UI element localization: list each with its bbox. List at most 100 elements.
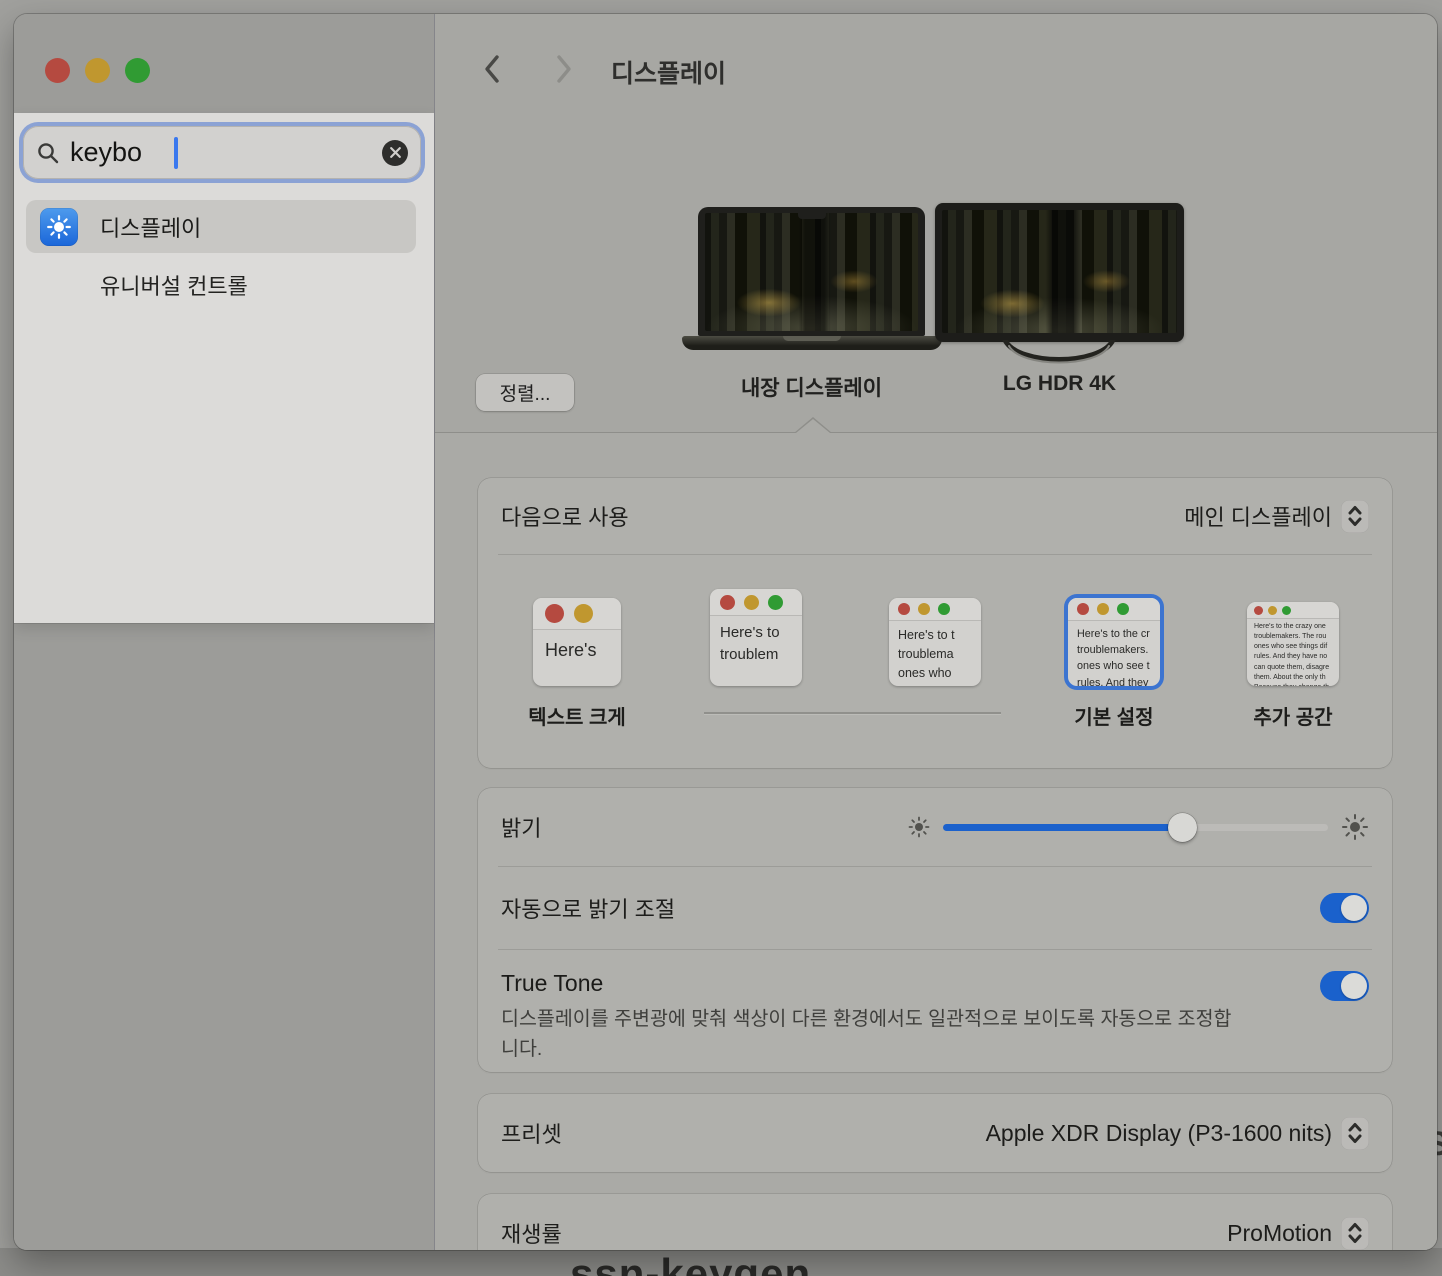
mini-text: Here's to the crazy one troublemakers. T… (1247, 619, 1339, 686)
chevron-up-down-icon (1347, 1122, 1363, 1144)
back-button[interactable] (479, 52, 505, 86)
display-selector-strip: 내장 디스플레이 LG HDR 4K 정렬... (435, 110, 1437, 433)
sidebar: 디스플레이 유니버설 컨트롤 (14, 14, 435, 1250)
scaling-label-larger-text: 텍스트 크게 (487, 701, 667, 730)
brightness-high-icon (1341, 813, 1369, 841)
auto-brightness-row: 자동으로 밝기 조절 (478, 867, 1392, 949)
laptop-base (682, 336, 942, 350)
main-panel: 디스플레이 내장 디스플레이 LG HDR 4K 정렬... (435, 14, 1437, 1250)
brightness-low-icon (908, 816, 930, 838)
sidebar-item-displays[interactable]: 디스플레이 (26, 200, 416, 253)
brightness-label: 밝기 (501, 811, 541, 843)
true-tone-description: 디스플레이를 주변광에 맞춰 색상이 다른 환경에서도 일관적으로 보이도록 자… (501, 1004, 1241, 1064)
clear-search-button[interactable] (382, 140, 408, 166)
auto-brightness-label: 자동으로 밝기 조절 (501, 892, 675, 924)
true-tone-toggle[interactable] (1320, 971, 1369, 1001)
preset-row: 프리셋 Apple XDR Display (P3-1600 nits) (478, 1094, 1392, 1172)
mini-text: Here's to troublem (710, 616, 802, 666)
mini-dot-yellow (574, 604, 593, 623)
mini-dot-red (898, 603, 910, 615)
mini-dot-green (768, 595, 783, 610)
slider-knob[interactable] (1168, 813, 1197, 842)
close-window-button[interactable] (45, 58, 70, 83)
window-controls (45, 58, 150, 83)
scaling-track-line (704, 712, 1001, 714)
use-as-row: 다음으로 사용 메인 디스플레이 (478, 478, 1392, 554)
chevron-right-icon (555, 54, 573, 84)
scaling-label-default: 기본 설정 (1024, 701, 1204, 730)
display-mode-card: 다음으로 사용 메인 디스플레이 (478, 478, 1392, 768)
settings-content: 다음으로 사용 메인 디스플레이 (435, 433, 1437, 1250)
auto-brightness-toggle[interactable] (1320, 893, 1369, 923)
wallpaper-preview (705, 213, 918, 331)
close-icon (389, 146, 402, 159)
use-as-value: 메인 디스플레이 (1184, 500, 1332, 532)
mini-dot-yellow (744, 595, 759, 610)
use-as-dropdown[interactable]: 메인 디스플레이 (1184, 500, 1369, 533)
scaling-label-more-space: 추가 공간 (1203, 701, 1383, 730)
dropdown-stepper[interactable] (1341, 500, 1369, 533)
mini-dot-green (938, 603, 950, 615)
slider-fill (943, 824, 1182, 831)
search-input[interactable] (70, 137, 330, 168)
preset-card: 프리셋 Apple XDR Display (P3-1600 nits) (478, 1094, 1392, 1172)
external-display-thumbnail[interactable] (935, 203, 1184, 342)
search-field[interactable] (23, 126, 421, 179)
true-tone-label: True Tone (501, 970, 603, 997)
chevron-left-icon (483, 54, 501, 84)
brightness-row: 밝기 (478, 788, 1392, 866)
toggle-knob (1341, 973, 1367, 999)
sidebar-item-label: 유니버설 컨트롤 (100, 269, 248, 301)
external-display-label: LG HDR 4K (935, 372, 1184, 396)
mini-text: Here's to the cr troublemakers. ones who… (1068, 621, 1160, 686)
mini-dot-red (1077, 603, 1089, 615)
mini-dot-red (545, 604, 564, 623)
toggle-knob (1341, 895, 1367, 921)
mini-text: Here's to t troublema ones who (889, 621, 981, 682)
builtin-display-label: 내장 디스플레이 (698, 372, 925, 402)
sidebar-item-label: 디스플레이 (100, 211, 201, 243)
refresh-rate-label: 재생률 (501, 1217, 562, 1249)
dropdown-stepper[interactable] (1341, 1117, 1369, 1150)
system-settings-window: 디스플레이 유니버설 컨트롤 디스플레이 (14, 14, 1437, 1250)
mini-dot-yellow (1097, 603, 1109, 615)
scaling-option-more-space[interactable]: Here's to the crazy one troublemakers. T… (1247, 602, 1339, 686)
scaling-option-larger-text[interactable]: Here's (533, 598, 621, 686)
selected-display-caret (796, 419, 830, 433)
search-icon (36, 141, 60, 165)
forward-button[interactable] (551, 52, 577, 86)
refresh-rate-row: 재생률 ProMotion (478, 1194, 1392, 1250)
mini-titlebar (533, 598, 621, 630)
sidebar-item-universal-control[interactable]: 유니버설 컨트롤 (100, 268, 400, 302)
preset-dropdown[interactable]: Apple XDR Display (P3-1600 nits) (986, 1117, 1369, 1150)
zoom-window-button[interactable] (125, 58, 150, 83)
mini-titlebar (1068, 598, 1160, 621)
page-title: 디스플레이 (611, 54, 726, 90)
refresh-rate-dropdown[interactable]: ProMotion (1227, 1217, 1369, 1250)
mini-dot-red (720, 595, 735, 610)
dropdown-stepper[interactable] (1341, 1217, 1369, 1250)
text-cursor (174, 137, 178, 169)
scaling-option-3[interactable]: Here's to t troublema ones who (889, 598, 981, 686)
brightness-card: 밝기 (478, 788, 1392, 1072)
minimize-window-button[interactable] (85, 58, 110, 83)
display-brightness-icon (40, 208, 78, 246)
scaling-option-default[interactable]: Here's to the cr troublemakers. ones who… (1068, 598, 1160, 686)
laptop-notch (798, 212, 826, 219)
mini-dot-green (1117, 603, 1129, 615)
laptop-hinge-notch (783, 336, 841, 341)
scaling-option-2[interactable]: Here's to troublem (710, 589, 802, 686)
mini-titlebar (889, 598, 981, 621)
brightness-slider[interactable] (943, 812, 1328, 842)
mini-dot-green (1282, 606, 1291, 615)
builtin-display-thumbnail[interactable] (698, 207, 925, 336)
chevron-up-down-icon (1347, 505, 1363, 527)
mini-titlebar (710, 589, 802, 616)
mini-dot-yellow (918, 603, 930, 615)
preset-label: 프리셋 (501, 1117, 562, 1149)
background-page-text: ssn-keygen (570, 1250, 811, 1276)
arrange-button[interactable]: 정렬... (476, 374, 574, 411)
refresh-rate-value: ProMotion (1227, 1220, 1332, 1247)
search-results-panel: 디스플레이 유니버설 컨트롤 (14, 113, 434, 623)
preset-value: Apple XDR Display (P3-1600 nits) (986, 1120, 1332, 1147)
